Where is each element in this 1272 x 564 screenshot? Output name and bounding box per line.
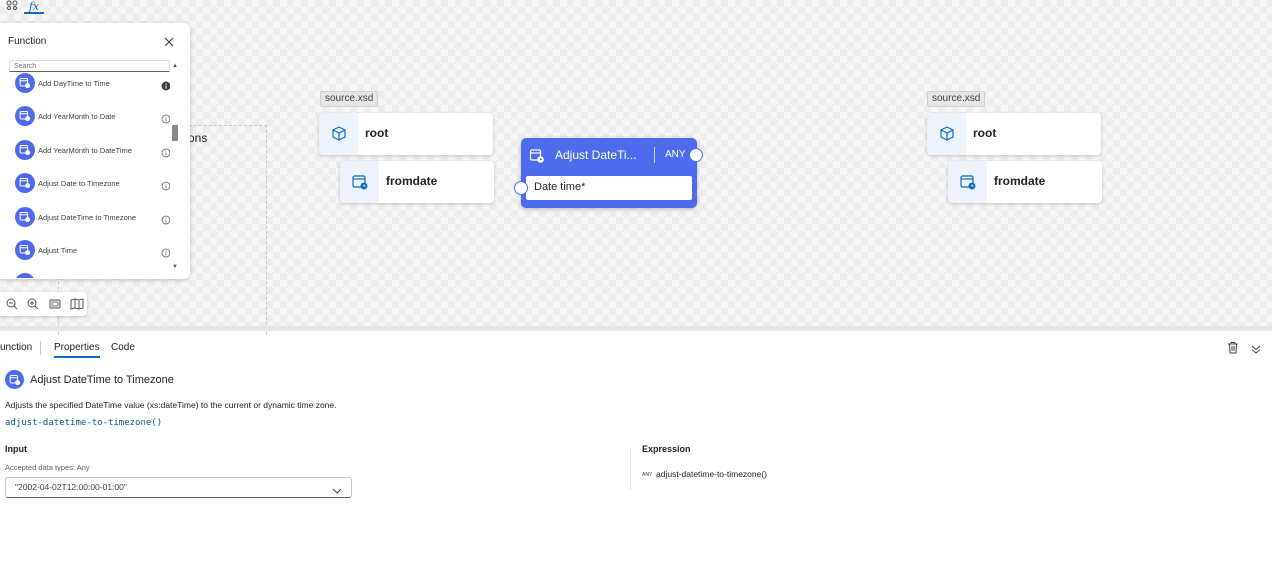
- target-root-node[interactable]: root: [927, 113, 1101, 155]
- function-panel-title: Function: [8, 36, 47, 47]
- fit-view-icon[interactable]: [48, 297, 62, 311]
- function-list-scrollbar[interactable]: ▲ ▼: [172, 63, 179, 275]
- schema-tab[interactable]: [6, 0, 20, 14]
- function-node-input-label: Date time*: [534, 181, 586, 193]
- delete-icon[interactable]: [1227, 341, 1239, 354]
- datetime-function-icon: [15, 73, 35, 93]
- zoom-toolbar: [0, 292, 87, 316]
- section-separator: [630, 450, 631, 490]
- scroll-thumb[interactable]: [172, 125, 178, 141]
- function-node-separator: [654, 147, 655, 163]
- source-fromdate-node[interactable]: fromdate: [340, 161, 494, 203]
- minimap-icon[interactable]: [70, 297, 84, 311]
- function-list-item[interactable]: Add YearMonth to Date: [15, 106, 170, 128]
- datetime-function-icon: [15, 139, 35, 160]
- tab-separator: [40, 341, 41, 355]
- function-search-input[interactable]: [9, 60, 170, 72]
- zoom-out-icon[interactable]: [5, 297, 19, 311]
- function-list-item-label: Add DayTime to Time: [38, 79, 110, 88]
- schema-icon: [6, 0, 18, 10]
- chevron-down-icon: [332, 483, 342, 494]
- datetime-function-icon: [5, 370, 24, 389]
- function-output-handle[interactable]: [689, 148, 703, 162]
- active-tab-indicator: [54, 356, 100, 358]
- function-list-item[interactable]: Adjust Time: [15, 240, 170, 262]
- target-fromdate-node[interactable]: fromdate: [948, 161, 1102, 203]
- datetime-icon: [948, 161, 987, 203]
- source-root-node[interactable]: root: [319, 113, 493, 155]
- close-icon[interactable]: [163, 35, 175, 47]
- input-value: "2002-04-02T12:00:00-01:00": [15, 482, 127, 492]
- datetime-icon: [340, 161, 379, 203]
- datetime-function-icon: [15, 240, 35, 260]
- function-node-input[interactable]: Date time*: [526, 176, 692, 200]
- function-list-item-label: Add YearMonth to DateTime: [38, 145, 132, 155]
- scroll-down-icon[interactable]: ▼: [172, 264, 178, 270]
- input-heading: Input: [5, 444, 27, 454]
- source-root-label: root: [365, 126, 389, 140]
- expression-type-badge: ANY: [642, 472, 653, 478]
- source-schema-tag: source.xsd: [320, 91, 379, 107]
- datetime-function-icon: [529, 149, 544, 163]
- collapse-panel-icon[interactable]: [1250, 342, 1262, 354]
- info-icon[interactable]: [161, 212, 170, 224]
- function-name: Adjust DateTime to Timezone: [30, 374, 174, 386]
- info-filled-icon[interactable]: [161, 78, 170, 91]
- function-list-item-label: Adjust DateTime to Timezone: [38, 212, 137, 222]
- panel-divider[interactable]: [0, 326, 1272, 331]
- tab-function[interactable]: unction: [0, 342, 32, 353]
- function-input-handle[interactable]: [514, 181, 528, 195]
- cube-icon: [927, 113, 966, 155]
- target-fromdate-label: fromdate: [994, 174, 1046, 188]
- info-icon[interactable]: [161, 111, 170, 124]
- datetime-function-icon: [15, 106, 35, 127]
- source-fromdate-label: fromdate: [386, 174, 438, 188]
- function-list-item-label: Add YearMonth to Date: [38, 112, 116, 122]
- function-signature: adjust-datetime-to-timezone(): [5, 418, 163, 428]
- tab-code[interactable]: Code: [111, 342, 135, 353]
- function-list[interactable]: Add DayTime to Time Add YearMonth to Date…: [0, 73, 170, 278]
- function-node-type-badge: ANY: [665, 149, 686, 160]
- tab-properties[interactable]: Properties: [54, 342, 100, 353]
- function-panel: Function Add DayTime to Time Add YearMont…: [0, 23, 190, 279]
- function-list-item-label: Adjust Time: [38, 246, 78, 255]
- target-schema-tag: source.xsd: [927, 91, 986, 107]
- function-list-item[interactable]: Add DayTime to Time: [15, 73, 170, 95]
- expression-value: adjust-datetime-to-timezone(): [656, 469, 768, 479]
- collapsed-section-label: ons: [188, 131, 208, 145]
- zoom-in-icon[interactable]: [26, 297, 40, 311]
- function-tab[interactable]: fx: [24, 0, 44, 14]
- info-icon[interactable]: [161, 178, 170, 191]
- info-icon[interactable]: [161, 145, 170, 158]
- function-node[interactable]: Adjust DateTi... ANY Date time*: [521, 138, 697, 208]
- function-list-item[interactable]: Add YearMonth to DateTime: [15, 139, 170, 162]
- function-list-item-partial[interactable]: [15, 273, 170, 278]
- accepted-types-label: Accepted data types: Any: [5, 463, 90, 472]
- cube-icon: [319, 113, 358, 155]
- scroll-up-icon[interactable]: ▲: [172, 63, 178, 69]
- function-list-item[interactable]: Adjust DateTime to Timezone: [15, 206, 170, 229]
- function-node-title: Adjust DateTi...: [555, 148, 637, 162]
- info-icon[interactable]: [161, 245, 170, 258]
- input-value-dropdown[interactable]: "2002-04-02T12:00:00-01:00": [5, 477, 352, 498]
- target-root-label: root: [973, 126, 997, 140]
- expression-heading: Expression: [642, 444, 691, 454]
- function-list-item-label: Adjust Date to Timezone: [38, 179, 120, 189]
- datetime-function-icon: [15, 206, 35, 227]
- function-list-item[interactable]: Adjust Date to Timezone: [15, 173, 170, 195]
- function-description: Adjusts the specified DateTime value (xs…: [5, 400, 337, 410]
- datetime-function-icon: [15, 273, 35, 278]
- datetime-function-icon: [15, 173, 35, 194]
